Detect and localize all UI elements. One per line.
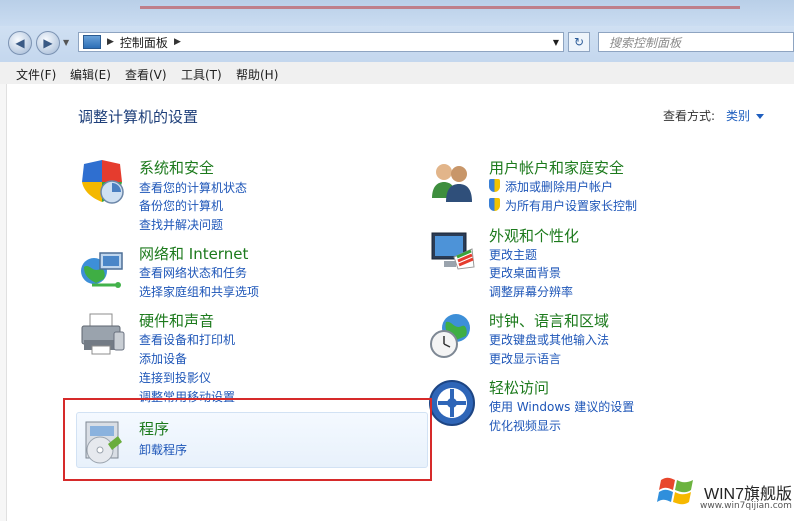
- breadcrumb-control-panel[interactable]: 控制面板: [120, 34, 168, 51]
- printer-icon: [81, 313, 125, 355]
- link-desktop-background[interactable]: 更改桌面背景: [489, 264, 561, 281]
- back-arrow-icon: ◀: [15, 36, 25, 50]
- menu-view[interactable]: 查看(V): [125, 66, 167, 83]
- page-title: 调整计算机的设置: [78, 108, 199, 126]
- link-backup-computer[interactable]: 备份您的计算机: [139, 197, 223, 214]
- left-border: [0, 84, 7, 521]
- search-input[interactable]: 搜索控制面板: [598, 32, 794, 52]
- network-globe-icon: [81, 252, 123, 288]
- category-title-hardware[interactable]: 硬件和声音: [139, 310, 214, 331]
- clock-globe-icon: [430, 314, 470, 358]
- back-button[interactable]: ◀: [8, 31, 32, 55]
- link-find-fix-problems[interactable]: 查找并解决问题: [139, 216, 223, 233]
- menu-edit[interactable]: 编辑(E): [70, 66, 111, 83]
- monitor-palette-icon: [431, 232, 475, 270]
- link-connect-projector[interactable]: 连接到投影仪: [139, 369, 211, 386]
- recent-pages-dropdown-icon[interactable]: ▼: [63, 38, 69, 47]
- link-view-network-status[interactable]: 查看网络状态和任务: [139, 264, 247, 281]
- menu-bar: 文件(F) 编辑(E) 查看(V) 工具(T) 帮助(H): [0, 62, 794, 85]
- category-title-clock[interactable]: 时钟、语言和区域: [489, 310, 609, 331]
- refresh-icon: ↻: [573, 35, 585, 49]
- menu-file[interactable]: 文件(F): [16, 66, 56, 83]
- annotation-red-box: [63, 398, 432, 481]
- address-dropdown-icon[interactable]: ▼: [553, 38, 559, 47]
- link-screen-resolution[interactable]: 调整屏幕分辨率: [489, 283, 573, 300]
- link-add-remove-accounts[interactable]: 添加或删除用户帐户: [489, 178, 613, 195]
- link-view-computer-status[interactable]: 查看您的计算机状态: [139, 179, 247, 196]
- category-title-ease-of-access[interactable]: 轻松访问: [489, 377, 549, 398]
- forward-button[interactable]: ▶: [36, 31, 60, 55]
- menu-tools[interactable]: 工具(T): [181, 66, 222, 83]
- control-panel-icon: [83, 35, 101, 49]
- link-windows-suggested-settings[interactable]: 使用 Windows 建议的设置: [489, 398, 634, 415]
- refresh-button[interactable]: ↻: [568, 32, 590, 52]
- view-by-label: 查看方式:: [663, 109, 716, 123]
- windows-logo-icon: [657, 477, 693, 505]
- breadcrumb-separator-icon[interactable]: ▶: [107, 37, 114, 47]
- ease-of-access-icon: [429, 380, 475, 426]
- forward-arrow-icon: ▶: [43, 36, 53, 50]
- link-homegroup-sharing[interactable]: 选择家庭组和共享选项: [139, 283, 259, 300]
- title-bar: [0, 0, 794, 26]
- category-title-appearance[interactable]: 外观和个性化: [489, 225, 579, 246]
- category-title-system-security[interactable]: 系统和安全: [139, 157, 214, 178]
- view-by-dropdown[interactable]: 类别: [726, 107, 764, 124]
- link-add-device[interactable]: 添加设备: [139, 350, 187, 367]
- users-icon: [432, 164, 472, 202]
- shield-icon: [82, 160, 124, 204]
- watermark-url: www.win7qijian.com: [700, 501, 792, 511]
- search-placeholder: 搜索控制面板: [609, 35, 682, 50]
- menu-help[interactable]: 帮助(H): [236, 66, 278, 83]
- link-display-language[interactable]: 更改显示语言: [489, 350, 561, 367]
- link-keyboard-input[interactable]: 更改键盘或其他输入法: [489, 331, 609, 348]
- link-optimize-video[interactable]: 优化视频显示: [489, 417, 561, 434]
- category-title-network[interactable]: 网络和 Internet: [139, 243, 248, 264]
- link-change-theme[interactable]: 更改主题: [489, 246, 537, 263]
- breadcrumb-separator-icon[interactable]: ▶: [174, 37, 181, 47]
- link-parental-controls[interactable]: 为所有用户设置家长控制: [489, 197, 637, 214]
- link-devices-printers[interactable]: 查看设备和打印机: [139, 331, 235, 348]
- category-title-user-accounts[interactable]: 用户帐户和家庭安全: [489, 157, 624, 178]
- address-bar[interactable]: ▶ 控制面板 ▶ ▼: [78, 32, 564, 52]
